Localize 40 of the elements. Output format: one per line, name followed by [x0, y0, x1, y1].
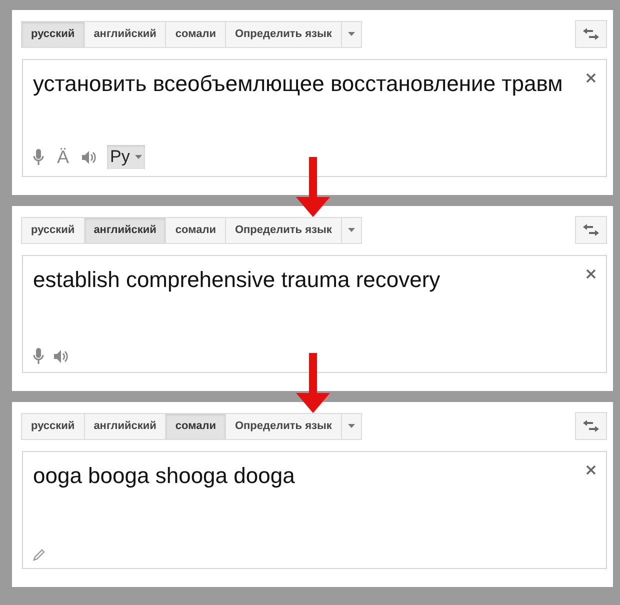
speaker-icon[interactable] — [82, 150, 98, 164]
close-icon — [586, 73, 596, 83]
language-tab[interactable]: Определить язык — [224, 20, 342, 48]
down-arrow — [296, 353, 330, 413]
language-tab[interactable]: Определить язык — [224, 216, 342, 244]
language-tab[interactable]: Определить язык — [224, 412, 342, 440]
character-button[interactable]: Ä — [54, 145, 72, 169]
language-tab[interactable]: английский — [84, 412, 166, 440]
dropdown-button[interactable] — [340, 20, 362, 48]
language-tab[interactable]: сомали — [165, 216, 226, 244]
close-icon — [586, 465, 596, 475]
language-tab[interactable]: русский — [21, 20, 85, 48]
language-tab[interactable]: английский — [84, 20, 166, 48]
swap-icon — [583, 420, 599, 432]
caret-icon — [134, 155, 142, 159]
language-tab[interactable]: русский — [21, 216, 85, 244]
swap-languages-button[interactable] — [575, 412, 607, 440]
speaker-icon[interactable] — [54, 350, 69, 363]
down-arrow — [296, 157, 330, 217]
microphone-icon[interactable] — [33, 348, 44, 365]
caret-icon — [348, 228, 355, 232]
input-text[interactable]: establish comprehensive trauma recovery — [23, 256, 606, 293]
language-tab[interactable]: сомали — [165, 20, 226, 48]
swap-icon — [583, 224, 599, 236]
input-text[interactable]: установить всеобъемлющее восстановление травм — [23, 60, 606, 97]
close-icon — [586, 269, 596, 279]
pencil-icon[interactable] — [33, 549, 45, 561]
input-text[interactable]: ooga booga shooga dooga — [23, 452, 606, 489]
language-tab[interactable]: английский — [84, 216, 166, 244]
caret-icon — [348, 32, 355, 36]
swap-languages-button[interactable] — [575, 216, 607, 244]
input-tool-button[interactable]: Ру — [107, 145, 145, 169]
caret-icon — [348, 424, 355, 428]
microphone-icon[interactable] — [33, 148, 44, 166]
language-tab[interactable]: русский — [21, 412, 85, 440]
dropdown-button[interactable] — [340, 412, 362, 440]
dropdown-button[interactable] — [340, 216, 362, 244]
swap-languages-button[interactable] — [575, 20, 607, 48]
swap-icon — [583, 28, 599, 40]
language-tab[interactable]: сомали — [165, 412, 226, 440]
